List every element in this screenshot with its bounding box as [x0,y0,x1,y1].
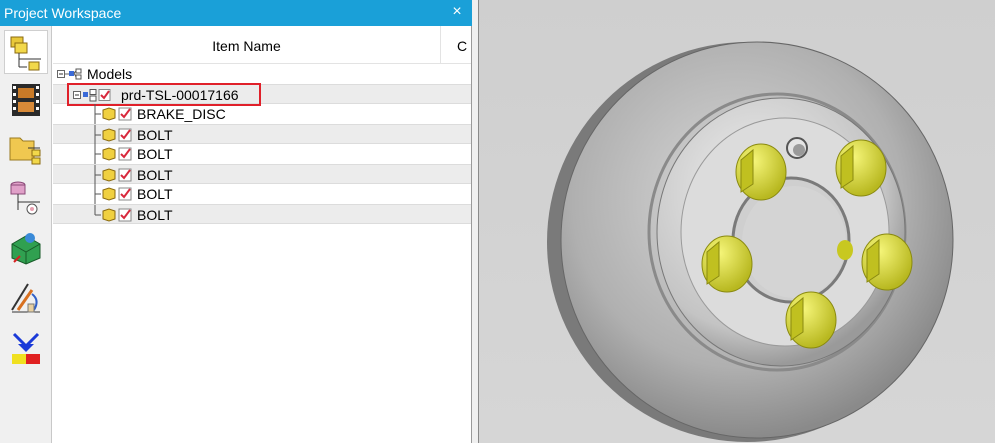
3d-globe-icon[interactable] [4,226,48,270]
database-tree-icon[interactable] [4,176,48,220]
part-node-icon [94,184,132,204]
part-node-icon [94,205,132,222]
item-tree: Item Name C Models prd-TSL-00017166 BRAK… [53,26,471,443]
tree-row-part[interactable]: BOLT [53,124,471,145]
column-c[interactable]: C [457,26,467,64]
tree-row-product[interactable]: prd-TSL-00017166 [53,83,471,106]
tree-label-part: BOLT [137,127,173,143]
workspace-titlebar: Project Workspace × [0,0,472,26]
tree-label-part: BOLT [137,207,173,223]
workspace-title: Project Workspace [4,5,122,21]
bolt [861,233,913,291]
tree-row-part[interactable]: BOLT [53,144,471,164]
bolt [835,139,887,197]
project-workspace-panel: Project Workspace × Item Name C Models p… [0,0,472,443]
tree-row-part[interactable]: BOLT [53,164,471,185]
tree-label-part: BOLT [137,186,173,202]
workspace-side-toolbar [0,26,52,443]
tree-row-part[interactable]: BOLT [53,204,471,224]
tree-label-part: BOLT [137,146,173,162]
tree-row-models[interactable]: Models [53,64,471,84]
bolt [785,291,837,349]
tree-label-product: prd-TSL-00017166 [121,87,239,103]
tree-label-part: BRAKE_DISC [137,106,226,122]
section-tool-icon[interactable] [4,326,48,370]
part-node-icon [94,144,132,164]
part-node-icon [94,125,132,145]
column-header: Item Name C [53,26,471,64]
part-node-icon [94,165,132,185]
folder-tree-icon[interactable] [4,126,48,170]
product-node-icon [73,89,111,102]
tree-label-models: Models [87,66,133,82]
close-icon[interactable]: × [448,3,466,21]
part-node-icon [94,104,132,124]
column-item-name[interactable]: Item Name [53,26,441,64]
tree-row-part[interactable]: BOLT [53,184,471,204]
tree-row-part[interactable]: BRAKE_DISC [53,104,471,124]
film-strip-icon[interactable] [4,78,48,122]
brake-disc-model [547,41,954,442]
3d-viewport[interactable] [478,0,995,443]
bolt [701,235,753,293]
assembly-tree-icon[interactable] [4,30,48,74]
tree-label-part: BOLT [137,167,173,183]
bolt [735,143,787,201]
measure-tool-icon[interactable] [4,276,48,320]
tree-expand-icon[interactable] [57,68,89,80]
